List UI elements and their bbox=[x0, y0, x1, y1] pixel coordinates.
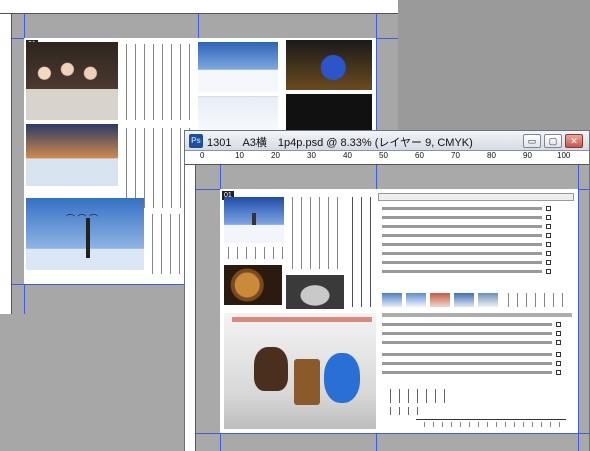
checkbox[interactable] bbox=[546, 205, 551, 211]
caption-text bbox=[504, 293, 570, 307]
car-photo bbox=[286, 275, 344, 309]
ruler-mark: 60 bbox=[415, 151, 424, 160]
checkbox[interactable] bbox=[556, 339, 561, 345]
survey-section bbox=[382, 313, 572, 383]
caption-text bbox=[224, 247, 284, 259]
squirrel-photo bbox=[224, 313, 376, 429]
signature-text bbox=[386, 407, 426, 415]
checkbox[interactable] bbox=[556, 369, 561, 375]
ruler-mark: 20 bbox=[271, 151, 280, 160]
window-titlebar[interactable]: Ps 1301 A3横 1p4p.psd @ 8.33% (レイヤー 9, CM… bbox=[185, 131, 589, 151]
front-document-window[interactable]: Ps 1301 A3横 1p4p.psd @ 8.33% (レイヤー 9, CM… bbox=[184, 130, 590, 451]
cranes-photo: ⌒ ⌒ ⌒ bbox=[26, 198, 144, 270]
ruler-mark: 50 bbox=[379, 151, 388, 160]
guide-line[interactable] bbox=[578, 165, 579, 451]
snow-tree-photo bbox=[224, 197, 284, 243]
checkbox[interactable] bbox=[556, 360, 561, 366]
ruler-mark: 10 bbox=[235, 151, 244, 160]
sunset-snow-photo bbox=[26, 124, 118, 186]
ruler-mark: 0 bbox=[200, 151, 205, 160]
horizontal-ruler[interactable]: 0 10 20 30 40 50 60 70 80 90 100 bbox=[185, 151, 589, 165]
close-button[interactable]: ✕ bbox=[565, 134, 583, 148]
checkbox[interactable] bbox=[546, 232, 551, 238]
thumbnail-photo bbox=[430, 293, 450, 307]
thumbnail-photo bbox=[454, 293, 474, 307]
ruler-mark: 100 bbox=[557, 151, 571, 160]
snow-field-photo bbox=[198, 42, 278, 92]
checkbox[interactable] bbox=[556, 351, 561, 357]
maximize-button[interactable]: ▢ bbox=[544, 134, 562, 148]
food-photo bbox=[224, 265, 282, 305]
ruler-mark: 80 bbox=[487, 151, 496, 160]
checklist-header bbox=[378, 193, 574, 201]
checkbox[interactable] bbox=[546, 223, 551, 229]
name-field-text bbox=[386, 389, 446, 403]
checkbox[interactable] bbox=[546, 214, 551, 220]
mascot-photo bbox=[286, 40, 372, 90]
article-text-block bbox=[148, 214, 188, 274]
checklist-section bbox=[382, 205, 572, 289]
ruler-mark: 30 bbox=[307, 151, 316, 160]
thumbnail-photo bbox=[382, 293, 402, 307]
photoshop-icon: Ps bbox=[189, 134, 203, 148]
party-photo bbox=[26, 42, 118, 120]
ruler-mark: 70 bbox=[451, 151, 460, 160]
ruler-mark: 90 bbox=[523, 151, 532, 160]
checkbox[interactable] bbox=[556, 321, 561, 327]
back-vertical-ruler bbox=[0, 14, 12, 314]
checkbox[interactable] bbox=[546, 268, 551, 274]
article-text-block bbox=[288, 197, 342, 269]
vertical-ruler[interactable] bbox=[185, 165, 196, 451]
article-text-block bbox=[122, 44, 194, 120]
night-photo bbox=[286, 94, 372, 130]
ruler-mark: 40 bbox=[343, 151, 352, 160]
checkbox[interactable] bbox=[546, 241, 551, 247]
deer-photo bbox=[198, 96, 278, 134]
checkbox[interactable] bbox=[546, 259, 551, 265]
thumbnail-photo bbox=[406, 293, 426, 307]
guide-line[interactable] bbox=[196, 433, 589, 434]
footer-contact bbox=[416, 419, 566, 429]
thumbnail-photo bbox=[478, 293, 498, 307]
back-horizontal-ruler bbox=[0, 0, 398, 14]
minimize-button[interactable]: ▭ bbox=[523, 134, 541, 148]
checkbox[interactable] bbox=[546, 250, 551, 256]
checkbox[interactable] bbox=[556, 330, 561, 336]
window-title: 1301 A3横 1p4p.psd @ 8.33% (レイヤー 9, CMYK) bbox=[207, 137, 473, 149]
vertical-headline bbox=[348, 197, 376, 307]
document-canvas[interactable]: 01 bbox=[220, 189, 578, 433]
pasteboard[interactable]: 01 bbox=[196, 165, 589, 451]
